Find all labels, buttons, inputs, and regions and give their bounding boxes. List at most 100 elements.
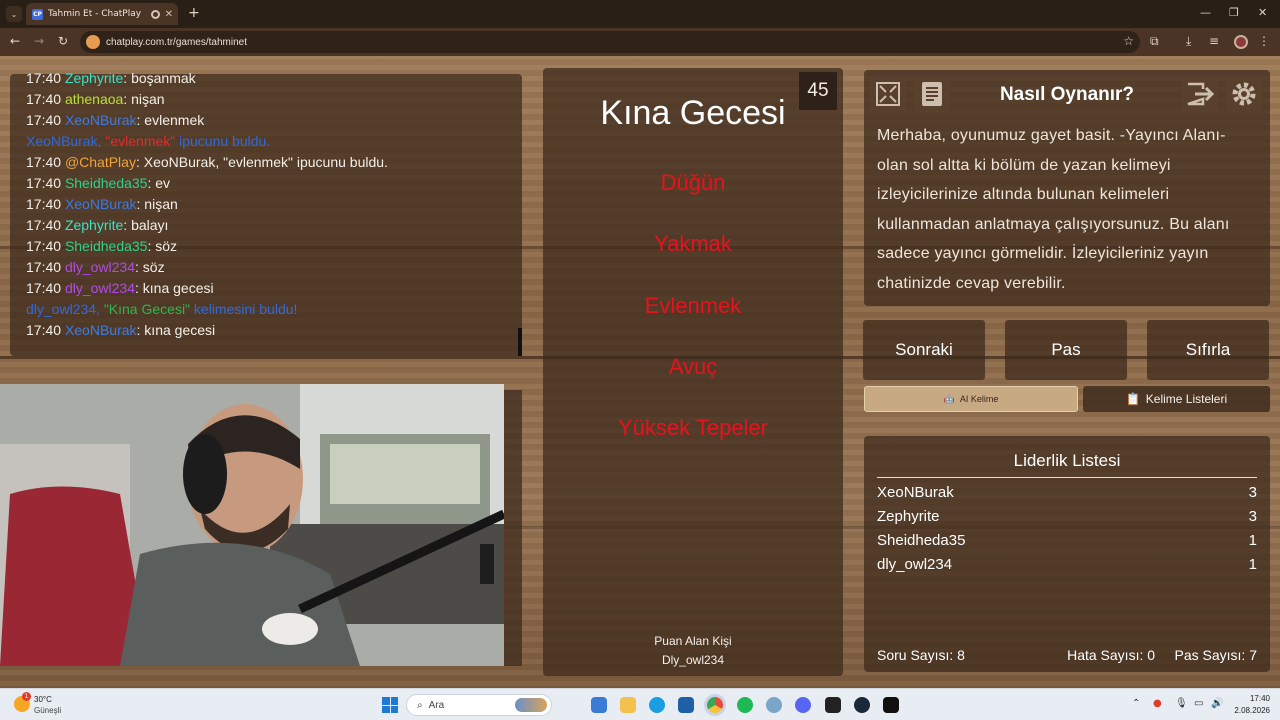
chat-message: 17:40 dly_owl234: söz (26, 259, 165, 275)
taskbar: 1 30°C Güneşli ⌕ Ara ⌃ ● 🎙 ▭ 🔊 17:40 2.0… (0, 688, 1280, 720)
word-lists-button[interactable]: 📋 Kelime Listeleri (1083, 386, 1270, 412)
extensions-icon[interactable]: ⧉ (1150, 34, 1159, 49)
discord-icon[interactable] (795, 697, 811, 713)
next-button[interactable]: Sonraki (863, 320, 985, 380)
weather-description[interactable]: Güneşli (34, 706, 61, 715)
game-page: 17:40 Zephyrite: boşanmak 17:40 athenaoa… (0, 56, 1280, 688)
obs-icon[interactable] (825, 697, 841, 713)
app-icon[interactable] (883, 697, 899, 713)
url-text: chatplay.com.tr/games/tahminet (106, 36, 247, 48)
leaderboard-row: Zephyrite 3 (877, 508, 1257, 525)
search-placeholder: Ara (428, 699, 445, 711)
download-icon[interactable]: ⤓ (1186, 34, 1191, 49)
leaderboard-row: XeoNBurak 3 (877, 484, 1257, 501)
bookmark-star-icon[interactable]: ☆ (1123, 34, 1134, 48)
exit-button[interactable] (1182, 76, 1218, 112)
reset-button[interactable]: Sıfırla (1147, 320, 1269, 380)
banned-word: Avuç (668, 354, 718, 379)
banned-word: Düğün (660, 170, 726, 195)
clock-time[interactable]: 17:40 (1238, 694, 1270, 703)
word-card-panel: 45 Kına Gecesi Düğün Yakmak Evlenmek Avu… (543, 68, 843, 676)
restore-icon[interactable]: ❐ (1229, 6, 1239, 19)
url-field[interactable]: chatplay.com.tr/games/tahminet ☆ (80, 31, 1140, 53)
ai-word-button[interactable]: 🤖 AI Kelime (864, 386, 1078, 412)
network-icon[interactable]: ▭ (1194, 698, 1203, 709)
chrome-icon[interactable] (707, 697, 723, 713)
chat-panel: 17:40 Zephyrite: boşanmak 17:40 athenaoa… (10, 70, 522, 356)
edge-icon[interactable] (649, 697, 665, 713)
leaderboard-panel: Liderlik Listesi XeoNBurak 3 Zephyrite 3… (864, 436, 1270, 672)
profile-avatar[interactable] (1234, 35, 1248, 49)
volume-icon[interactable]: 🔊 (1211, 698, 1223, 709)
chat-lines: 17:40 Zephyrite: boşanmak 17:40 athenaoa… (26, 68, 526, 341)
tab-search-button[interactable]: ⌄ (6, 6, 22, 22)
stats-right: Hata Sayısı: 0 Pas Sayısı: 7 (1067, 647, 1257, 663)
calculator-icon[interactable] (678, 697, 694, 713)
chat-message: 17:40 XeoNBurak: nişan (26, 196, 178, 212)
back-icon[interactable]: ← (10, 34, 20, 48)
ai-word-label: AI Kelime (959, 394, 999, 404)
word-lists-label: Kelime Listeleri (1145, 392, 1228, 406)
game-stats: Soru Sayısı: 8 Hata Sayısı: 0 Pas Sayısı… (877, 647, 1257, 663)
chat-message: 17:40 @ChatPlay: XeoNBurak, "evlenmek" i… (26, 154, 388, 170)
robot-icon: 🤖 (943, 393, 955, 404)
reload-icon[interactable]: ↻ (58, 34, 68, 48)
chat-message: 17:40 dly_owl234: kına gecesi (26, 280, 214, 296)
how-to-play-text: Merhaba, oyunumuz gayet basit. -Yayıncı … (877, 127, 1230, 292)
taskbar-search[interactable]: ⌕ Ara (406, 694, 552, 716)
player-score: 3 (1248, 508, 1257, 525)
webcam-image (0, 384, 504, 666)
clipboard-icon: 📋 (1125, 392, 1141, 406)
chat-message: 17:40 XeoNBurak: kına gecesi (26, 322, 216, 338)
forward-icon[interactable]: → (34, 34, 44, 48)
weather-temperature[interactable]: 30°C (34, 695, 52, 704)
settings-app-icon[interactable] (766, 697, 782, 713)
player-name: Sheidheda35 (877, 532, 966, 549)
site-info-icon[interactable] (86, 35, 100, 49)
new-tab-button[interactable]: + (188, 5, 200, 21)
settings-button[interactable] (1226, 76, 1262, 112)
chat-system-message: dly_owl234, "Kına Gecesi" kelimesini bul… (26, 301, 298, 317)
webcam-feed (0, 384, 504, 666)
leaderboard-row: dly_owl234 1 (877, 556, 1257, 573)
microphone-icon[interactable]: 🎙 (1175, 698, 1188, 709)
close-tab-icon[interactable]: ✕ (165, 9, 173, 20)
question-count: Soru Sayısı: 8 (877, 647, 965, 663)
chat-message: 17:40 Sheidheda35: söz (26, 238, 178, 254)
leaderboard-title: Liderlik Listesi (877, 451, 1257, 478)
audio-indicator-icon[interactable] (150, 9, 160, 19)
player-name: dly_owl234 (877, 556, 953, 573)
target-word: Kına Gecesi (600, 94, 786, 132)
minimize-icon[interactable]: — (1200, 6, 1211, 19)
pass-count: Pas Sayısı: 7 (1174, 647, 1258, 663)
search-icon: ⌕ (417, 699, 423, 711)
reading-list-icon[interactable]: ≡ (1209, 34, 1219, 48)
scorer-name: Dly_owl234 (661, 653, 725, 667)
close-window-icon[interactable]: ✕ (1258, 6, 1267, 19)
pass-button[interactable]: Pas (1005, 320, 1127, 380)
chat-scroll-indicator[interactable] (518, 328, 522, 356)
browser-tab[interactable]: CP Tahmin Et - ChatPlay ✕ (26, 3, 178, 25)
start-button[interactable] (382, 697, 398, 713)
chat-message: 17:40 XeoNBurak: evlenmek (26, 112, 205, 128)
tray-app-icon[interactable]: ● (1153, 698, 1162, 709)
player-score: 3 (1248, 484, 1257, 501)
banned-word: Yüksek Tepeler (617, 415, 768, 440)
leaderboard-row: Sheidheda35 1 (877, 532, 1257, 549)
folder-icon[interactable] (620, 697, 636, 713)
chat-system-message: XeoNBurak, "evlenmek" ipucunu buldu. (26, 133, 271, 149)
chat-message: 17:40 athenaoa: nişan (26, 91, 165, 107)
exit-icon (1187, 82, 1215, 106)
streamer-area-edge (504, 390, 522, 666)
menu-icon[interactable]: ⋮ (1258, 34, 1270, 48)
player-name: Zephyrite (877, 508, 940, 525)
steam-icon[interactable] (854, 697, 870, 713)
store-icon[interactable] (591, 697, 607, 713)
chat-message: 17:40 Zephyrite: balayı (26, 217, 169, 233)
notification-badge: 1 (22, 692, 31, 701)
spotify-icon[interactable] (737, 697, 753, 713)
clock-date[interactable]: 2.08.2026 (1226, 706, 1270, 715)
tab-bar: ⌄ CP Tahmin Et - ChatPlay ✕ + — ❐ ✕ (0, 0, 1280, 28)
chevron-up-icon[interactable]: ⌃ (1132, 698, 1140, 709)
address-bar: ← → ↻ chatplay.com.tr/games/tahminet ☆ ⧉… (0, 28, 1280, 56)
